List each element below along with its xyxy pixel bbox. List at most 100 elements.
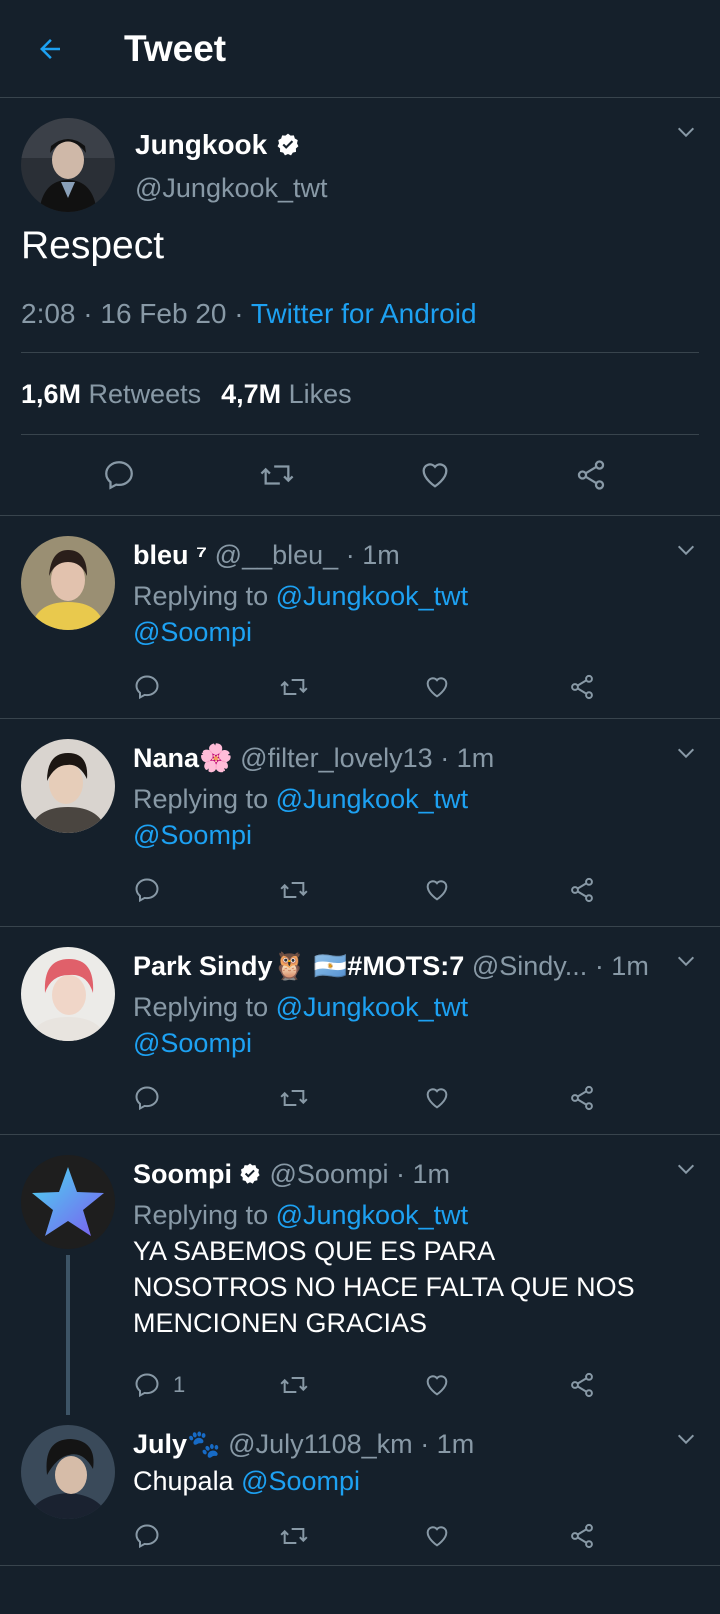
like-icon — [426, 1375, 448, 1396]
replying-to: Replying to @Jungkook_twt — [133, 781, 713, 817]
reply-author-name[interactable]: July🐾 — [133, 1428, 221, 1460]
replying-to-label: Replying to — [133, 1200, 276, 1230]
avatar[interactable] — [21, 536, 115, 630]
reply-actions: 1 — [133, 1347, 713, 1423]
share-icon — [571, 674, 593, 700]
reply-button[interactable] — [133, 673, 278, 701]
retweets-label: Retweets — [88, 379, 202, 409]
retweet-button[interactable] — [278, 876, 423, 904]
reply-author-handle[interactable]: @Sindy... — [472, 951, 587, 982]
reply-author-handle[interactable]: @July1108_km — [228, 1429, 413, 1460]
main-tweet-author: Jungkook @Jungkook_twt — [21, 98, 699, 216]
like-icon — [426, 1088, 448, 1109]
reply-author-handle[interactable]: @__bleu_ — [215, 540, 339, 571]
replying-to-link[interactable]: @Jungkook_twt — [276, 1200, 469, 1230]
reply-button[interactable]: 1 — [133, 1371, 278, 1399]
retweets-stat[interactable]: 1,6M Retweets — [21, 379, 201, 409]
share-button[interactable] — [568, 673, 713, 701]
reply-icon — [135, 1086, 159, 1111]
share-icon — [571, 877, 593, 903]
chevron-down-icon[interactable] — [670, 534, 702, 566]
like-button[interactable] — [423, 1522, 568, 1550]
verified-badge-icon — [275, 132, 301, 158]
reply-author-name[interactable]: Soompi — [133, 1159, 232, 1190]
mention-link[interactable]: @Soompi — [241, 1466, 360, 1496]
author-handle[interactable]: @Jungkook_twt — [135, 173, 328, 204]
mention-link[interactable]: @Soompi — [133, 617, 252, 647]
reply-author-handle[interactable]: @Soompi — [270, 1159, 389, 1190]
like-button[interactable] — [423, 876, 568, 904]
like-button[interactable] — [423, 1084, 568, 1112]
tweet-meta: 2:08 · 16 Feb 20 · Twitter for Android — [21, 298, 699, 353]
retweet-icon[interactable] — [258, 458, 296, 492]
thread-line — [66, 1255, 70, 1415]
reply-author-name[interactable]: bleu ⁷ — [133, 540, 207, 571]
share-button[interactable] — [568, 1084, 713, 1112]
tweet-stats: 1,6M Retweets 4,7M Likes — [21, 353, 699, 435]
avatar[interactable] — [21, 739, 115, 833]
like-icon[interactable] — [418, 458, 452, 492]
author-name[interactable]: Jungkook — [135, 129, 267, 161]
tweet-time: 2:08 · 16 Feb 20 · — [21, 298, 251, 329]
avatar[interactable] — [21, 947, 115, 1041]
reply-author-name[interactable]: Nana🌸 — [133, 742, 233, 774]
like-button[interactable] — [423, 673, 568, 701]
share-button[interactable] — [568, 1522, 713, 1550]
retweet-button[interactable] — [278, 1084, 423, 1112]
like-button[interactable] — [423, 1371, 568, 1399]
reply-icon — [135, 1524, 159, 1549]
reply-button[interactable] — [133, 1084, 278, 1112]
share-button[interactable] — [568, 876, 713, 904]
reply-author-name[interactable]: Park Sindy🦉 🇦🇷#MOTS:7 — [133, 950, 464, 982]
like-icon — [426, 677, 448, 698]
main-tweet: Jungkook @Jungkook_twt Respect 2:08 · 16… — [0, 98, 720, 515]
share-icon — [571, 1372, 593, 1398]
reply-icon — [135, 1373, 159, 1398]
chevron-down-icon[interactable] — [670, 1423, 702, 1455]
likes-count: 4,7M — [221, 379, 282, 409]
reply-header: Park Sindy🦉 🇦🇷#MOTS:7 @Sindy... · 1m — [133, 947, 713, 985]
mention-link[interactable]: @Soompi — [133, 1028, 252, 1058]
replying-to-label: Replying to — [133, 581, 276, 611]
reply-button[interactable] — [133, 876, 278, 904]
chevron-down-icon[interactable] — [670, 945, 702, 977]
reply-text: @Soompi — [133, 817, 713, 853]
avatar[interactable] — [21, 1155, 115, 1249]
reply-button[interactable] — [133, 1522, 278, 1550]
reply-icon — [135, 675, 159, 700]
chevron-down-icon[interactable] — [670, 116, 702, 148]
replying-to-link[interactable]: @Jungkook_twt — [276, 581, 469, 611]
chevron-down-icon[interactable] — [670, 737, 702, 769]
share-button[interactable] — [568, 1371, 713, 1399]
reply-header: July🐾 @July1108_km · 1m — [133, 1425, 713, 1463]
replying-to-label: Replying to — [133, 992, 276, 1022]
chevron-down-icon[interactable] — [670, 1153, 702, 1185]
retweet-button[interactable] — [278, 1371, 423, 1399]
reply-tweet[interactable]: Nana🌸 @filter_lovely13 · 1m Replying to … — [0, 719, 720, 926]
main-actions-bar — [21, 435, 699, 515]
back-arrow-icon[interactable] — [26, 25, 74, 73]
reply-time: · 1m — [594, 950, 649, 981]
reply-tweet[interactable]: Park Sindy🦉 🇦🇷#MOTS:7 @Sindy... · 1m Rep… — [0, 927, 720, 1134]
share-icon[interactable] — [574, 458, 608, 492]
mention-link[interactable]: @Soompi — [133, 820, 252, 850]
replying-to: Replying to @Jungkook_twt — [133, 1197, 713, 1233]
reply-tweet[interactable]: Soompi @Soompi · 1m Replying to @Jungkoo… — [0, 1135, 720, 1415]
reply-header: Soompi @Soompi · 1m — [133, 1155, 713, 1193]
tweet-source-link[interactable]: Twitter for Android — [251, 298, 477, 329]
reply-header: bleu ⁷ @__bleu_ · 1m — [133, 536, 713, 574]
share-icon — [571, 1085, 593, 1111]
avatar[interactable] — [21, 1425, 115, 1519]
reply-time: · 1m — [420, 1428, 475, 1459]
avatar[interactable] — [21, 118, 115, 212]
replying-to-link[interactable]: @Jungkook_twt — [276, 784, 469, 814]
replying-to: Replying to @Jungkook_twt — [133, 578, 713, 614]
reply-tweet[interactable]: July🐾 @July1108_km · 1m Chupala @Soompi — [0, 1415, 720, 1565]
reply-icon[interactable] — [102, 458, 136, 492]
likes-stat[interactable]: 4,7M Likes — [221, 379, 352, 409]
retweet-button[interactable] — [278, 1522, 423, 1550]
retweet-button[interactable] — [278, 673, 423, 701]
replying-to-link[interactable]: @Jungkook_twt — [276, 992, 469, 1022]
reply-author-handle[interactable]: @filter_lovely13 — [240, 743, 433, 774]
reply-tweet[interactable]: bleu ⁷ @__bleu_ · 1m Replying to @Jungko… — [0, 516, 720, 718]
